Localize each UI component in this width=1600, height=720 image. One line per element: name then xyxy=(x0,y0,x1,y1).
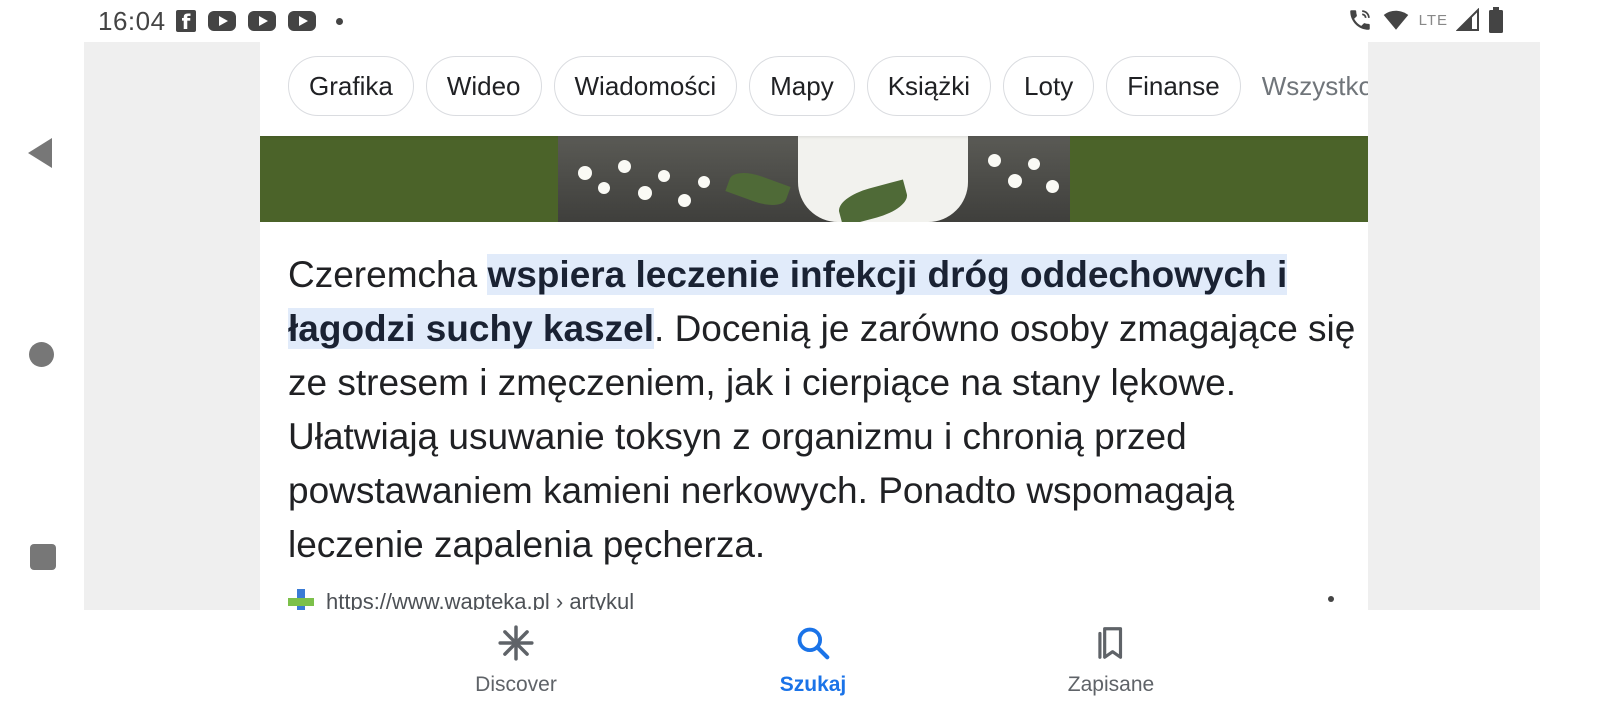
flower-shape xyxy=(638,186,652,200)
recent-apps-icon[interactable] xyxy=(30,544,56,570)
wifi-calling-icon xyxy=(1349,10,1370,30)
bookmarks-icon xyxy=(1098,627,1123,659)
featured-snippet-text: Czeremcha wspiera leczenie infekcji dróg… xyxy=(288,248,1358,572)
herbal-image xyxy=(558,136,1070,222)
leaf-shape xyxy=(725,166,791,212)
facebook-icon: f xyxy=(176,10,196,34)
nav-discover[interactable]: Discover xyxy=(436,624,596,697)
network-type-label: LTE xyxy=(1418,11,1448,29)
nav-szukaj-label: Szukaj xyxy=(779,673,847,696)
chip-mapy[interactable]: Mapy xyxy=(749,56,855,116)
signal-icon xyxy=(1456,8,1479,31)
chip-wiadomosci[interactable]: Wiadomości xyxy=(553,56,738,116)
nav-szukaj[interactable]: Szukaj xyxy=(733,624,893,697)
system-icons: LTE xyxy=(1347,7,1504,33)
source-url[interactable]: https://www.wapteka.pl › artykul xyxy=(326,589,634,610)
youtube-icon xyxy=(208,11,236,31)
home-icon[interactable] xyxy=(29,342,54,367)
chip-wszystko[interactable]: Wszystko xyxy=(1252,56,1368,116)
chip-wideo[interactable]: Wideo xyxy=(425,56,542,116)
youtube-icon xyxy=(288,11,316,31)
more-options-icon[interactable] xyxy=(1328,596,1334,602)
system-navigation-bar xyxy=(0,42,84,610)
flower-shape xyxy=(618,160,631,173)
snippet-lead: Czeremcha xyxy=(288,254,488,295)
bottom-navigation: Discover Szukaj Zapisane xyxy=(0,610,1600,720)
flower-shape xyxy=(1028,158,1040,170)
battery-icon xyxy=(1489,7,1503,33)
chip-finanse[interactable]: Finanse xyxy=(1106,56,1241,116)
flower-shape xyxy=(1046,180,1059,193)
flower-shape xyxy=(988,154,1001,167)
search-icon xyxy=(797,627,830,660)
more-notifications-dot-icon xyxy=(336,17,343,25)
chip-grafika[interactable]: Grafika xyxy=(288,56,414,116)
featured-image[interactable] xyxy=(260,136,1368,222)
status-bar: 16:04 f LTE xyxy=(0,0,1600,42)
search-results-card: Grafika Wideo Wiadomości Mapy Książki Lo… xyxy=(260,42,1368,610)
youtube-icon xyxy=(248,11,276,31)
flower-shape xyxy=(578,166,592,180)
flower-shape xyxy=(658,170,670,182)
wifi-icon xyxy=(1383,10,1408,30)
chip-loty[interactable]: Loty xyxy=(1003,56,1095,116)
asterisk-icon xyxy=(498,625,534,661)
flower-shape xyxy=(678,194,691,207)
notification-icons: f xyxy=(176,10,343,34)
chip-ksiazki[interactable]: Książki xyxy=(866,56,992,116)
nav-discover-label: Discover xyxy=(475,673,557,696)
flower-shape xyxy=(1008,174,1022,188)
flower-shape xyxy=(598,182,610,194)
flower-shape xyxy=(698,176,710,188)
nav-zapisane-label: Zapisane xyxy=(1067,673,1155,696)
nav-zapisane[interactable]: Zapisane xyxy=(1031,624,1191,697)
site-favicon-icon xyxy=(288,589,314,610)
source-link[interactable]: https://www.wapteka.pl › artykul xyxy=(288,589,634,610)
search-filter-chips: Grafika Wideo Wiadomości Mapy Książki Lo… xyxy=(260,42,1368,136)
status-time: 16:04 xyxy=(98,6,166,36)
back-icon[interactable] xyxy=(28,138,52,168)
